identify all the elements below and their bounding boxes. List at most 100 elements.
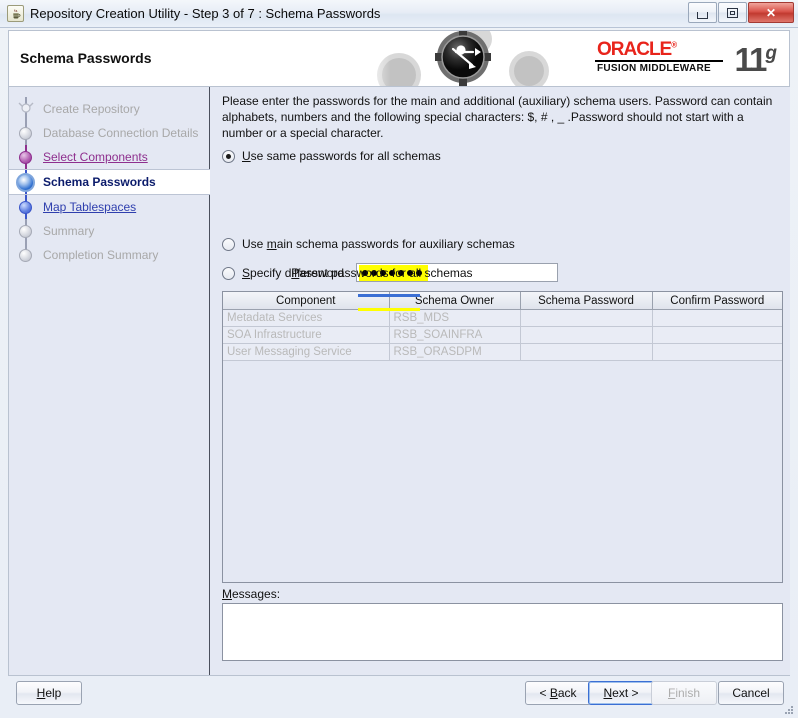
table-row[interactable]: User Messaging Service RSB_ORASDPM xyxy=(223,343,782,361)
cell-component: SOA Infrastructure xyxy=(223,326,390,344)
cell-confirm-password[interactable] xyxy=(652,343,782,361)
step-marker xyxy=(9,145,43,169)
mnemonic-char: m xyxy=(266,237,277,251)
radio-label: Use main schema passwords for auxiliary … xyxy=(242,237,515,251)
window-controls: ✕ xyxy=(688,2,794,23)
cell-schema-password[interactable] xyxy=(520,343,653,361)
oracle-wordmark: ORACLE® xyxy=(597,39,677,61)
java-cup-icon xyxy=(7,5,24,22)
messages-textarea[interactable] xyxy=(222,603,783,661)
sidebar-item-label: Completion Summary xyxy=(43,248,159,262)
radio-label: Use same passwords for all schemas xyxy=(242,149,441,163)
cell-schema-owner: RSB_MDS xyxy=(389,309,521,327)
cell-schema-password[interactable] xyxy=(520,326,653,344)
radio-icon[interactable] xyxy=(222,237,235,251)
radio-label-text: se same passwords for all schemas xyxy=(250,149,441,163)
cell-schema-owner: RSB_SOAINFRA xyxy=(389,326,521,344)
close-button[interactable]: ✕ xyxy=(748,2,794,23)
radio-label-text: pecify different passwords for all schem… xyxy=(250,266,473,280)
table-row[interactable]: Metadata Services RSB_MDS xyxy=(223,309,782,327)
radio-specify-different-passwords[interactable]: Specify different passwords for all sche… xyxy=(222,266,473,280)
mnemonic-char: S xyxy=(242,266,251,280)
sidebar-item-create-repository: Create Repository xyxy=(9,97,210,121)
content-area: Create Repository Database Connection De… xyxy=(8,86,790,676)
minimize-icon xyxy=(697,12,708,19)
radio-use-main-schema-passwords[interactable]: Use main schema passwords for auxiliary … xyxy=(222,237,515,251)
schema-table[interactable]: Component Schema Owner Schema Password C… xyxy=(222,291,783,583)
finish-button: Finish xyxy=(651,681,717,705)
step-marker xyxy=(9,170,43,194)
fork-icon xyxy=(18,102,34,113)
step-bead-current-icon xyxy=(16,173,35,192)
logo-divider xyxy=(595,60,723,62)
minimize-button[interactable] xyxy=(688,2,717,23)
messages-label: Messages: xyxy=(222,587,280,601)
cell-confirm-password[interactable] xyxy=(652,326,782,344)
step-bead-icon xyxy=(19,127,32,140)
window-title: Repository Creation Utility - Step 3 of … xyxy=(30,6,381,21)
column-header-confirm-password[interactable]: Confirm Password xyxy=(652,292,782,310)
radio-label-text: ain schema passwords for auxiliary schem… xyxy=(276,237,515,251)
step-marker xyxy=(9,195,43,219)
step-bead-icon xyxy=(19,249,32,262)
wizard-step-list: Create Repository Database Connection De… xyxy=(9,97,210,267)
table-row[interactable]: SOA Infrastructure RSB_SOAINFRA xyxy=(223,326,782,344)
oracle-text: ORACLE xyxy=(597,39,672,60)
sidebar-item-label: Summary xyxy=(43,224,95,238)
radio-icon[interactable] xyxy=(222,149,235,163)
step-marker xyxy=(9,243,43,267)
button-bar: Help < Back Next > Finish Cancel xyxy=(0,676,798,718)
version-badge: 11g xyxy=(734,37,777,78)
radio-label: Specify different passwords for all sche… xyxy=(242,266,473,280)
close-icon: ✕ xyxy=(765,5,777,20)
next-button[interactable]: Next > xyxy=(588,681,654,705)
step-bead-icon xyxy=(19,225,32,238)
radio-icon[interactable] xyxy=(222,266,235,280)
sidebar-item-label: Database Connection Details xyxy=(43,126,199,140)
sidebar-item-summary: Summary xyxy=(9,219,210,243)
mnemonic-char: M xyxy=(222,587,232,601)
application-window: Repository Creation Utility - Step 3 of … xyxy=(0,0,798,718)
oracle-logo: ORACLE® FUSION MIDDLEWARE 11g xyxy=(587,39,777,81)
help-button[interactable]: Help xyxy=(16,681,82,705)
radio-use-same-passwords[interactable]: Use same passwords for all schemas xyxy=(222,149,441,163)
instructions-text: Please enter the passwords for the main … xyxy=(222,94,773,140)
sidebar-item-schema-passwords[interactable]: Schema Passwords xyxy=(9,169,210,195)
resize-grip-icon[interactable] xyxy=(783,704,795,716)
mnemonic-char: U xyxy=(242,149,251,163)
title-bar: Repository Creation Utility - Step 3 of … xyxy=(0,0,798,28)
sidebar-item-label[interactable]: Select Components xyxy=(43,150,148,164)
sidebar-item-map-tablespaces[interactable]: Map Tablespaces xyxy=(9,195,210,219)
table-header-row: Component Schema Owner Schema Password C… xyxy=(223,292,782,310)
main-panel: Please enter the passwords for the main … xyxy=(211,87,790,675)
gears-graphic xyxy=(359,31,579,86)
radio-label-prefix: Use xyxy=(242,237,267,251)
cell-schema-owner: RSB_ORASDPM xyxy=(389,343,521,361)
back-button[interactable]: < Back xyxy=(525,681,591,705)
column-header-schema-password[interactable]: Schema Password xyxy=(520,292,653,310)
step-bead-icon xyxy=(19,201,32,214)
cell-component: Metadata Services xyxy=(223,309,390,327)
sidebar-item-database-connection-details: Database Connection Details xyxy=(9,121,210,145)
maximize-button[interactable] xyxy=(718,2,747,23)
mnemonic-char: N xyxy=(603,686,613,700)
version-suffix: g xyxy=(765,43,777,64)
version-number: 11 xyxy=(734,41,768,78)
messages-label-text: essages: xyxy=(232,587,281,601)
registered-icon: ® xyxy=(671,40,677,50)
step-marker xyxy=(9,121,43,145)
sidebar-item-label: Create Repository xyxy=(43,102,140,116)
page-banner: Schema Passwords ORACLE® FUSION MIDDLEWA… xyxy=(8,30,790,86)
mnemonic-char: B xyxy=(549,686,558,700)
sidebar-item-select-components[interactable]: Select Components xyxy=(9,145,210,169)
finish-button-label: inish xyxy=(675,686,701,700)
sidebar-item-completion-summary: Completion Summary xyxy=(9,243,210,267)
help-button-label: elp xyxy=(45,686,62,700)
cell-schema-password[interactable] xyxy=(520,309,653,327)
cancel-button[interactable]: Cancel xyxy=(718,681,784,705)
cell-confirm-password[interactable] xyxy=(652,309,782,327)
sidebar-item-label[interactable]: Map Tablespaces xyxy=(43,200,136,214)
cell-component: User Messaging Service xyxy=(223,343,390,361)
page-title: Schema Passwords xyxy=(20,50,152,66)
maximize-icon xyxy=(727,7,738,18)
